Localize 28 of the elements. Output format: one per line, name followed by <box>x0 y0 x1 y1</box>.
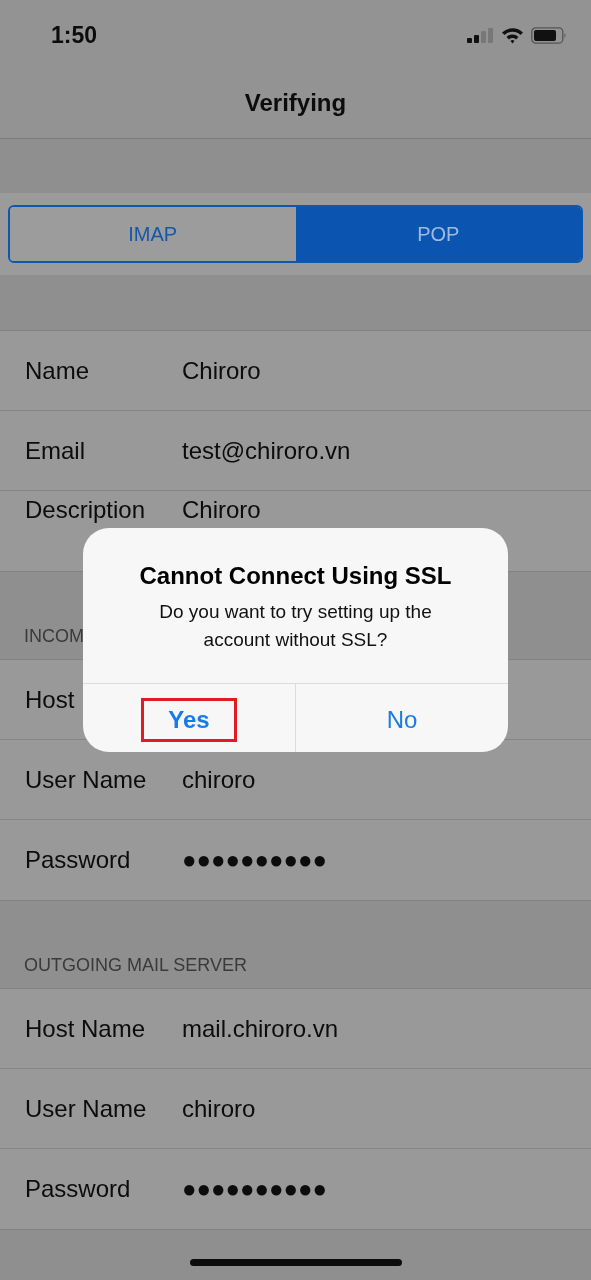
field-value[interactable]: chiroro <box>182 765 256 794</box>
field-label: Password <box>25 846 132 874</box>
field-label: Description <box>25 497 147 523</box>
segment-tab[interactable]: POP <box>295 207 581 261</box>
field-label: Host Name <box>25 1014 147 1043</box>
wifi-icon <box>501 26 524 44</box>
signal-icon <box>467 27 494 43</box>
field-value[interactable]: ●●●●●●●●●● <box>182 1175 327 1203</box>
field-value[interactable]: ●●●●●●●●●● <box>182 846 327 874</box>
status-time: 1:50 <box>51 21 98 49</box>
alert-title: Cannot Connect Using SSL <box>139 562 452 590</box>
field-label: User Name <box>25 765 148 794</box>
field-value[interactable]: Chiroro <box>182 356 261 385</box>
field-value[interactable]: test@chiroro.vn <box>182 436 351 465</box>
field-label: User Name <box>25 1094 148 1123</box>
field-value[interactable]: chiroro <box>182 1094 256 1123</box>
section-header: INCOM <box>24 626 84 647</box>
field-label: Email <box>25 436 86 465</box>
field-label: Name <box>25 356 91 385</box>
nav-title: Verifying <box>244 89 347 117</box>
alert-button[interactable]: No <box>354 697 450 742</box>
field-value[interactable]: Chiroro <box>182 497 261 523</box>
alert-button[interactable]: Yes <box>141 697 237 742</box>
field-label: Password <box>25 1175 132 1203</box>
field-label: Host <box>25 685 76 714</box>
section-header: OUTGOING MAIL SERVER <box>24 955 248 976</box>
field-value[interactable]: mail.chiroro.vn <box>182 1014 339 1043</box>
alert-message: Do you want to try setting up the account without SSL? <box>158 600 433 652</box>
